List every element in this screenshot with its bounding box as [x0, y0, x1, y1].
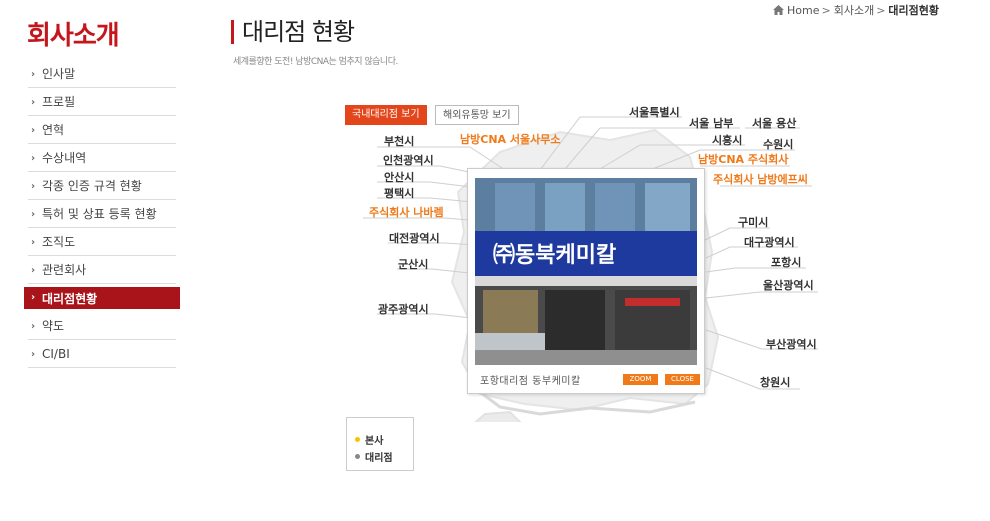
city-seoul[interactable]: 서울특별시 [629, 104, 680, 120]
city-hq-seoul-office[interactable]: 남방CNA 서울사무소 [460, 131, 560, 147]
agency-dot-icon [355, 454, 360, 459]
city-pyeongtaek[interactable]: 평택시 [384, 185, 414, 201]
hq-dot-icon [355, 437, 360, 442]
city-busan[interactable]: 부산광역시 [766, 336, 817, 352]
storefront-image: ㈜동북케미칼 [475, 178, 697, 365]
city-gumi[interactable]: 구미시 [738, 214, 768, 230]
storefront-sign-text: ㈜동북케미칼 [493, 243, 616, 268]
city-gwangju[interactable]: 광주광역시 [378, 301, 429, 317]
city-siheung[interactable]: 시흥시 [712, 132, 742, 148]
agency-photo-frame: ㈜동북케미칼 포항대리점 동부케미칼 ZOOM CLOSE [467, 168, 705, 394]
city-pohang[interactable]: 포항시 [771, 254, 801, 270]
agency-storefront-photo: ㈜동북케미칼 [475, 178, 697, 365]
close-button[interactable]: CLOSE [665, 374, 700, 385]
city-incheon[interactable]: 인천광역시 [383, 152, 434, 168]
legend-hq: 본사 [355, 431, 413, 448]
city-bucheon[interactable]: 부천시 [384, 133, 414, 149]
city-namhang-ftc[interactable]: 주식회사 남방에프씨 [713, 171, 808, 187]
city-ulsan[interactable]: 울산광역시 [763, 277, 814, 293]
city-gunsan[interactable]: 군산시 [398, 256, 428, 272]
city-suwon[interactable]: 수원시 [763, 136, 793, 152]
city-nabarem[interactable]: 주식회사 나바렘 [369, 204, 444, 220]
map-legend: 본사 대리점 [346, 417, 414, 471]
city-seoul-south[interactable]: 서울 남부 [689, 115, 733, 131]
city-seoul-yongsan[interactable]: 서울 용산 [752, 115, 796, 131]
city-changwon[interactable]: 창원시 [760, 374, 790, 390]
photo-caption: 포항대리점 동부케미칼 [480, 376, 581, 387]
legend-hq-label: 본사 [365, 436, 384, 447]
city-daejeon[interactable]: 대전광역시 [389, 230, 440, 246]
zoom-button[interactable]: ZOOM [623, 374, 658, 385]
legend-agency-label: 대리점 [365, 453, 393, 464]
legend-agency: 대리점 [355, 448, 413, 465]
city-hq-company[interactable]: 남방CNA 주식회사 [698, 151, 788, 167]
city-ansan[interactable]: 안산시 [384, 169, 414, 185]
city-daegu[interactable]: 대구광역시 [744, 234, 795, 250]
